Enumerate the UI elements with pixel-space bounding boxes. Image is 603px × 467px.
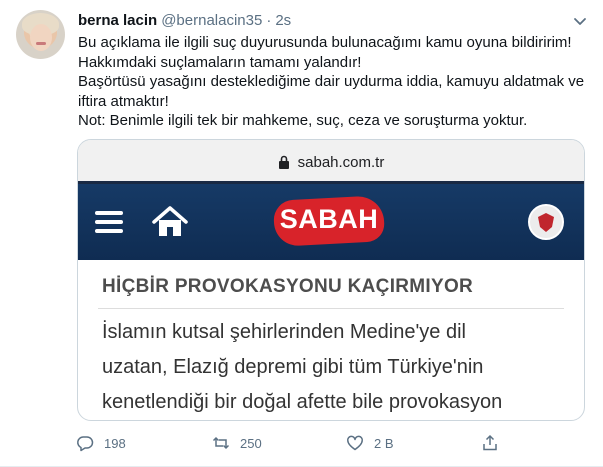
retweet-icon	[212, 436, 230, 450]
handle[interactable]: @bernalacin35	[161, 12, 262, 29]
article-body: İslamın kutsal şehirlerinden Medine'ye d…	[102, 315, 572, 420]
divider	[98, 308, 564, 309]
tweet-actions: 198 250 2 B	[76, 432, 506, 454]
sabah-logo: SABAH	[272, 195, 386, 247]
timestamp[interactable]: 2s	[275, 12, 291, 29]
avatar[interactable]	[16, 10, 65, 59]
tweet-text-line: Bu açıklama ile ilgili suç duyurusunda b…	[78, 34, 572, 51]
like-icon	[347, 435, 363, 451]
home-icon	[152, 206, 188, 236]
menu-icon	[95, 211, 123, 233]
article-line: kenetlendiği bir doğal afette bile provo…	[102, 391, 503, 413]
chevron-down-icon[interactable]	[571, 12, 589, 30]
logo-text: SABAH	[279, 204, 379, 234]
tweet-text-line: iftira atmaktır!	[78, 92, 169, 110]
article-line: uzatan, Elazığ depremi gibi tüm Türkiye'…	[102, 356, 484, 378]
tweet-header: berna lacin @bernalacin35 · 2s	[78, 10, 291, 30]
tweet-text-line: Başörtüsü yasağını desteklediğime dair u…	[78, 73, 585, 90]
browser-url-bar: sabah.com.tr	[78, 140, 584, 184]
article-line: İslamın kutsal şehirlerinden Medine'ye d…	[102, 321, 466, 343]
reply-count: 198	[104, 435, 126, 451]
article-headline: HİÇBİR PROVOKASYONU KAÇIRMIYOR	[102, 276, 474, 297]
retweet-button[interactable]: 250	[212, 432, 262, 454]
share-icon	[483, 434, 497, 451]
display-name[interactable]: berna lacin	[78, 12, 157, 29]
separator-dot: ·	[266, 11, 272, 29]
url-text: sabah.com.tr	[297, 153, 385, 171]
site-navbar: SABAH	[78, 184, 584, 260]
reply-button[interactable]: 198	[76, 432, 126, 454]
like-count: 2 B	[374, 435, 394, 451]
attached-image[interactable]: sabah.com.tr SABAH HİÇBİR PROVOKASYONU K…	[77, 139, 585, 421]
lock-icon	[278, 155, 289, 169]
retweet-count: 250	[240, 435, 262, 451]
like-button[interactable]: 2 B	[346, 432, 394, 454]
share-button[interactable]	[481, 432, 499, 454]
tweet-text-line: Hakkımdaki suçlamaların tamamı yalandır!	[78, 53, 362, 71]
tweet[interactable]: berna lacin @bernalacin35 · 2s Bu açıkla…	[0, 0, 603, 467]
tweet-text: Bu açıklama ile ilgili suç duyurusunda b…	[78, 33, 588, 131]
badge-icon	[528, 204, 564, 240]
tweet-text-line: Not: Benimle ilgili tek bir mahkeme, suç…	[78, 112, 528, 129]
reply-icon	[77, 436, 94, 452]
